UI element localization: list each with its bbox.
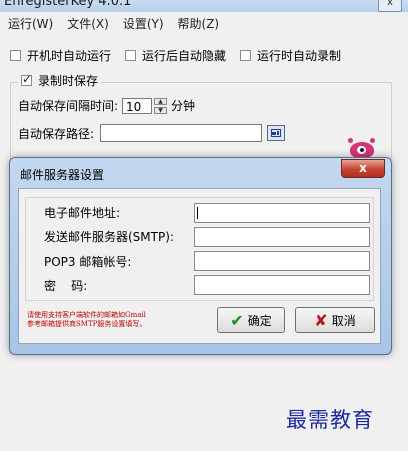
menu-help[interactable]: 帮助(Z) xyxy=(170,15,226,32)
autorecord-label: 运行时自动录制 xyxy=(257,49,342,63)
ok-button-label: 确定 xyxy=(247,313,272,328)
mail-hint-text: 请使用支持客户端软件的邮箱如Gmail 参考邮箱提供商SMTP服务设置填写。 xyxy=(27,311,217,329)
main-window-close-button[interactable]: x xyxy=(378,0,402,12)
text-caret xyxy=(197,207,198,219)
menu-file[interactable]: 文件(X) xyxy=(59,15,115,32)
menu-run[interactable]: 运行(W) xyxy=(0,15,59,32)
check-icon: ✔ xyxy=(230,310,244,330)
hint-line: 请使用支持客户端软件的邮箱如Gmail xyxy=(27,311,146,319)
cancel-button[interactable]: ✘ 取消 xyxy=(295,307,375,333)
interval-input[interactable]: 10 xyxy=(122,97,153,114)
mascot-antenna-right xyxy=(370,138,375,143)
pop3-account-field[interactable] xyxy=(194,251,370,271)
browse-folder-button[interactable] xyxy=(267,125,286,141)
cancel-button-label: 取消 xyxy=(331,313,356,328)
save-path-input[interactable] xyxy=(100,124,263,142)
smtp-server-label: 发送邮件服务器(SMTP): xyxy=(44,230,174,244)
ok-button[interactable]: ✔ 确定 xyxy=(217,307,285,333)
interval-spinner[interactable]: ▲ ▼ xyxy=(154,97,168,114)
autohide-label: 运行后自动隐藏 xyxy=(142,49,227,63)
path-row: 自动保存路径: xyxy=(18,124,286,142)
save-when-record-checkbox[interactable] xyxy=(21,72,32,86)
hint-line: 参考邮箱提供商SMTP服务设置填写。 xyxy=(27,320,147,328)
interval-label: 自动保存间隔时间: xyxy=(18,99,119,113)
main-window-titlebar: EnregisterKey 4.0.1 x xyxy=(0,0,408,12)
autorun-startup-checkbox[interactable] xyxy=(10,50,21,61)
email-address-field[interactable] xyxy=(194,203,370,223)
autohide-checkbox[interactable] xyxy=(125,50,137,61)
mascot-eye-icon xyxy=(357,146,366,154)
email-address-label: 电子邮件地址: xyxy=(44,206,121,220)
smtp-server-field[interactable] xyxy=(194,227,370,247)
spin-down-icon[interactable]: ▼ xyxy=(154,106,168,114)
menu-bar: 运行(W) 文件(X) 设置(Y) 帮助(Z) xyxy=(0,12,408,34)
mascot-logo xyxy=(348,138,376,158)
dialog-body: 电子邮件地址: 发送邮件服务器(SMTP): POP3 邮箱帐号: 密 码: 请… xyxy=(18,188,381,344)
password-field[interactable] xyxy=(194,275,370,295)
dialog-title: 邮件服务器设置 xyxy=(20,168,105,182)
interval-unit: 分钟 xyxy=(171,99,196,113)
save-when-record-label: 录制时保存 xyxy=(38,74,99,88)
mail-server-dialog: 邮件服务器设置 x 电子邮件地址: 发送邮件服务器(SMTP): POP3 邮箱… xyxy=(9,157,392,355)
path-label: 自动保存路径: xyxy=(18,126,95,141)
mail-settings-frame: 电子邮件地址: 发送邮件服务器(SMTP): POP3 邮箱帐号: 密 码: xyxy=(25,197,374,301)
cross-icon: ✘ xyxy=(314,310,328,330)
save-group-legend: 录制时保存 xyxy=(18,72,102,89)
pop3-account-label: POP3 邮箱帐号: xyxy=(44,255,132,269)
dialog-close-button[interactable]: x xyxy=(341,159,385,178)
startup-options-row: 开机时自动运行 运行后自动隐藏 运行时自动录制 xyxy=(10,47,355,64)
watermark-text: 最需教育 xyxy=(286,408,374,432)
menu-settings[interactable]: 设置(Y) xyxy=(115,15,170,32)
autorecord-checkbox[interactable] xyxy=(240,50,252,61)
autorun-startup-label: 开机时自动运行 xyxy=(27,49,112,63)
save-group-box xyxy=(10,82,392,160)
password-label: 密 码: xyxy=(44,279,88,293)
spin-up-icon[interactable]: ▲ xyxy=(154,97,168,105)
mascot-antenna-left xyxy=(348,138,353,143)
folder-icon xyxy=(271,129,282,137)
main-window-title: EnregisterKey 4.0.1 xyxy=(4,0,132,9)
interval-row: 自动保存间隔时间: 10 ▲ ▼ 分钟 xyxy=(18,97,195,114)
